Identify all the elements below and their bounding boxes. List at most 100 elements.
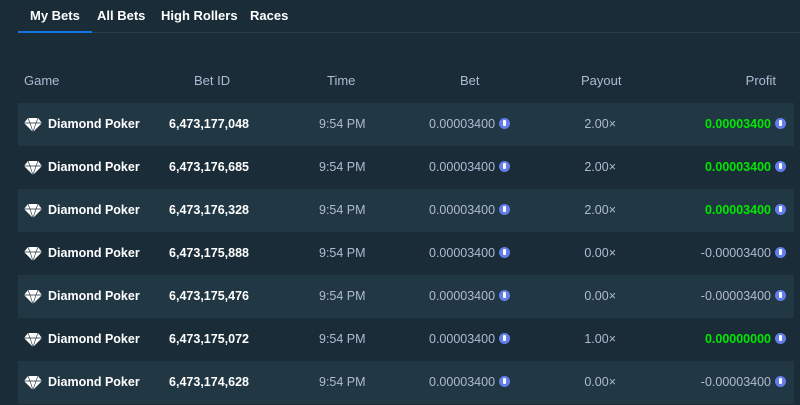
table-row[interactable]: Diamond Poker 6,473,176,685 9:54 PM 0.00… bbox=[18, 146, 794, 189]
ethereum-coin-icon bbox=[775, 333, 786, 345]
profit-value: 0.00000000 bbox=[704, 332, 771, 346]
bet-time: 9:54 PM bbox=[319, 289, 366, 303]
profit-value: -0.00003400 bbox=[700, 375, 771, 389]
bet-amount-value: 0.00003400 bbox=[429, 375, 496, 389]
table-row[interactable]: Diamond Poker 6,473,174,628 9:54 PM 0.00… bbox=[18, 361, 794, 404]
payout-multiplier: 0.00× bbox=[584, 246, 616, 260]
profit-value: 0.00003400 bbox=[704, 203, 771, 217]
ethereum-coin-icon bbox=[499, 376, 511, 388]
game-name: Diamond Poker bbox=[48, 117, 140, 131]
ethereum-coin-icon bbox=[499, 161, 511, 173]
bet-id[interactable]: 6,473,177,048 bbox=[169, 103, 249, 146]
bet-amount: 0.00003400 bbox=[429, 146, 511, 189]
ethereum-coin-icon bbox=[775, 247, 786, 259]
profit-amount: -0.00003400 bbox=[701, 275, 786, 318]
tab-high-rollers[interactable]: High Rollers bbox=[149, 0, 250, 31]
bet-time: 9:54 PM bbox=[319, 117, 366, 131]
game-name: Diamond Poker bbox=[48, 246, 140, 260]
payout-multiplier: 2.00× bbox=[584, 117, 616, 131]
bet-amount-value: 0.00003400 bbox=[429, 246, 496, 260]
profit-value: 0.00003400 bbox=[704, 117, 771, 131]
column-header-bet: Bet bbox=[460, 73, 480, 88]
game-cell[interactable]: Diamond Poker bbox=[24, 318, 140, 361]
bet-amount: 0.00003400 bbox=[429, 189, 511, 232]
payout-multiplier: 0.00× bbox=[584, 375, 616, 389]
bet-amount: 0.00003400 bbox=[429, 361, 511, 404]
table-row[interactable]: Diamond Poker 6,473,177,048 9:54 PM 0.00… bbox=[18, 103, 794, 146]
game-cell[interactable]: Diamond Poker bbox=[24, 361, 140, 404]
ethereum-coin-icon bbox=[499, 118, 511, 130]
bet-id[interactable]: 6,473,175,072 bbox=[169, 318, 249, 361]
column-header-payout: Payout bbox=[581, 73, 622, 88]
bets-tabs: My Bets All Bets High Rollers Races bbox=[18, 0, 800, 33]
tab-races[interactable]: Races bbox=[238, 0, 300, 31]
ethereum-coin-icon bbox=[499, 333, 511, 345]
ethereum-coin-icon bbox=[775, 161, 786, 173]
ethereum-coin-icon bbox=[775, 376, 786, 388]
bet-amount: 0.00003400 bbox=[429, 232, 511, 275]
bets-table: Diamond Poker 6,473,177,048 9:54 PM 0.00… bbox=[18, 103, 794, 404]
column-header-profit: Profit bbox=[745, 73, 776, 88]
game-cell[interactable]: Diamond Poker bbox=[24, 275, 140, 318]
profit-amount: 0.00000000 bbox=[705, 318, 786, 361]
bet-time: 9:54 PM bbox=[319, 246, 366, 260]
tab-my-bets[interactable]: My Bets bbox=[18, 0, 92, 33]
ethereum-coin-icon bbox=[499, 204, 511, 216]
diamond-icon bbox=[24, 246, 42, 261]
payout-multiplier: 2.00× bbox=[584, 160, 616, 174]
ethereum-coin-icon bbox=[775, 204, 786, 216]
ethereum-coin-icon bbox=[499, 247, 511, 259]
ethereum-coin-icon bbox=[499, 290, 511, 302]
profit-amount: 0.00003400 bbox=[705, 189, 786, 232]
table-row[interactable]: Diamond Poker 6,473,175,476 9:54 PM 0.00… bbox=[18, 275, 794, 318]
profit-amount: 0.00003400 bbox=[705, 146, 786, 189]
game-cell[interactable]: Diamond Poker bbox=[24, 103, 140, 146]
profit-value: 0.00003400 bbox=[704, 160, 771, 174]
bet-id[interactable]: 6,473,175,476 bbox=[169, 275, 249, 318]
bet-time: 9:54 PM bbox=[319, 160, 366, 174]
ethereum-coin-icon bbox=[775, 290, 786, 302]
table-row[interactable]: Diamond Poker 6,473,175,072 9:54 PM 0.00… bbox=[18, 318, 794, 361]
diamond-icon bbox=[24, 375, 42, 390]
profit-value: -0.00003400 bbox=[700, 289, 771, 303]
bet-amount-value: 0.00003400 bbox=[429, 332, 496, 346]
game-name: Diamond Poker bbox=[48, 332, 140, 346]
payout-multiplier: 2.00× bbox=[584, 203, 616, 217]
game-name: Diamond Poker bbox=[48, 203, 140, 217]
game-cell[interactable]: Diamond Poker bbox=[24, 189, 140, 232]
bet-amount-value: 0.00003400 bbox=[429, 117, 496, 131]
table-row[interactable]: Diamond Poker 6,473,176,328 9:54 PM 0.00… bbox=[18, 189, 794, 232]
tab-all-bets[interactable]: All Bets bbox=[85, 0, 157, 31]
diamond-icon bbox=[24, 117, 42, 132]
bet-amount: 0.00003400 bbox=[429, 318, 511, 361]
diamond-icon bbox=[24, 203, 42, 218]
bet-amount-value: 0.00003400 bbox=[429, 289, 496, 303]
bet-id[interactable]: 6,473,176,685 bbox=[169, 146, 249, 189]
bet-amount-value: 0.00003400 bbox=[429, 160, 496, 174]
column-header-game: Game bbox=[24, 73, 60, 88]
diamond-icon bbox=[24, 160, 42, 175]
profit-amount: -0.00003400 bbox=[701, 232, 786, 275]
column-header-time: Time bbox=[327, 73, 356, 88]
game-cell[interactable]: Diamond Poker bbox=[24, 232, 140, 275]
column-header-bet-id: Bet ID bbox=[194, 73, 231, 88]
bet-id[interactable]: 6,473,175,888 bbox=[169, 232, 249, 275]
game-name: Diamond Poker bbox=[48, 289, 140, 303]
bet-time: 9:54 PM bbox=[319, 203, 366, 217]
bet-time: 9:54 PM bbox=[319, 332, 366, 346]
table-row[interactable]: Diamond Poker 6,473,175,888 9:54 PM 0.00… bbox=[18, 232, 794, 275]
game-name: Diamond Poker bbox=[48, 160, 140, 174]
diamond-icon bbox=[24, 332, 42, 347]
bet-time: 9:54 PM bbox=[319, 375, 366, 389]
bet-amount: 0.00003400 bbox=[429, 275, 511, 318]
bet-id[interactable]: 6,473,174,628 bbox=[169, 361, 249, 404]
game-cell[interactable]: Diamond Poker bbox=[24, 146, 140, 189]
payout-multiplier: 0.00× bbox=[584, 289, 616, 303]
table-header: Game Bet ID Time Bet Payout Profit bbox=[18, 62, 794, 96]
ethereum-coin-icon bbox=[775, 118, 786, 130]
bet-amount: 0.00003400 bbox=[429, 103, 511, 146]
bet-id[interactable]: 6,473,176,328 bbox=[169, 189, 249, 232]
game-name: Diamond Poker bbox=[48, 375, 140, 389]
profit-amount: 0.00003400 bbox=[705, 103, 786, 146]
bet-amount-value: 0.00003400 bbox=[429, 203, 496, 217]
